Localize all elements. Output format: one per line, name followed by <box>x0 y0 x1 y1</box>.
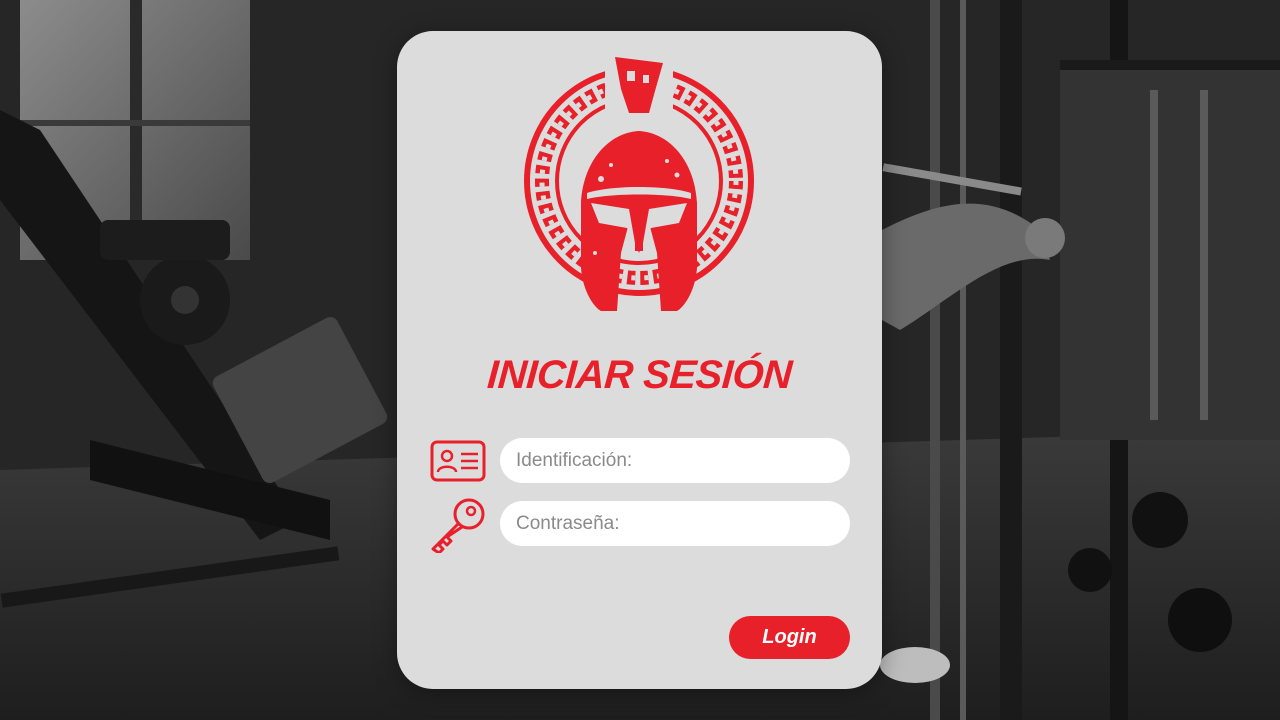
id-card-icon <box>430 440 486 482</box>
key-icon <box>431 498 485 553</box>
page-title: INICIAR SESIÓN <box>485 353 794 397</box>
login-screen: INICIAR SESIÓN Login <box>0 0 1280 720</box>
password-input[interactable] <box>500 501 850 546</box>
password-field-row <box>429 498 851 553</box>
login-button[interactable]: Login <box>729 616 850 659</box>
login-card: INICIAR SESIÓN Login <box>397 31 882 689</box>
identification-input[interactable] <box>500 438 850 483</box>
id-field-row <box>429 438 851 484</box>
spartan-helmet-logo <box>524 53 754 311</box>
